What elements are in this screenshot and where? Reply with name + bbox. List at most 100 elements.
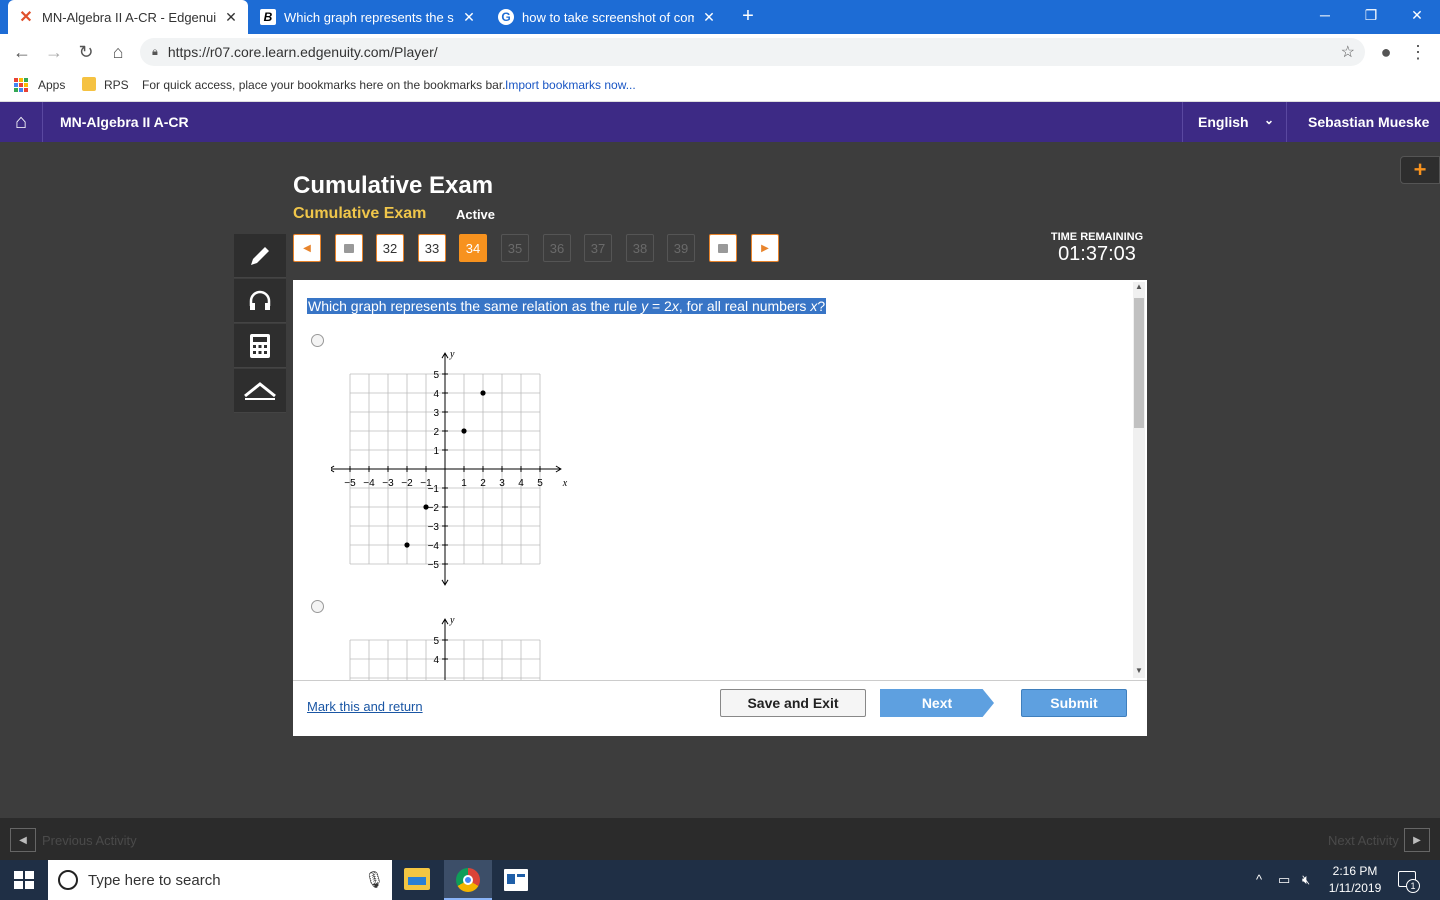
chrome-icon: [456, 868, 480, 892]
apps-bookmark[interactable]: Apps: [38, 78, 65, 92]
question-34-button[interactable]: 34: [459, 234, 487, 262]
time-remaining-label: TIME REMAINING: [1050, 231, 1144, 243]
close-window-icon[interactable]: ✕: [1394, 0, 1440, 30]
time-remaining-value: 01:37:03: [1058, 243, 1136, 265]
pencil-icon: [251, 246, 269, 265]
chevron-down-icon[interactable]: ⌄: [1264, 113, 1274, 127]
browser-tab-edgenuity[interactable]: ✕ MN-Algebra II A-CR - Edgenuity ✕: [8, 0, 248, 34]
x-tick-label: −5: [344, 478, 356, 489]
answer-radio-a[interactable]: [311, 334, 324, 347]
next-button[interactable]: Next: [880, 689, 994, 717]
windows-start-icon[interactable]: [14, 871, 34, 889]
address-bar[interactable]: 🔒︎ https://r07.core.learn.edgenuity.com/…: [140, 38, 1365, 66]
y-tick-label: 4: [433, 655, 439, 666]
tab-title: MN-Algebra II A-CR - Edgenuity: [42, 9, 216, 25]
reload-icon[interactable]: ↻: [74, 40, 98, 64]
close-tab-icon[interactable]: ✕: [462, 9, 476, 26]
question-38-button: 38: [626, 234, 654, 262]
home-icon[interactable]: ⌂: [0, 102, 42, 142]
next-question-button[interactable]: ▶: [751, 234, 779, 262]
clock-date[interactable]: 1/11/2019: [1326, 881, 1384, 895]
y-tick-label: 2: [433, 427, 439, 438]
activity-nav-bar: ◀ Previous Activity Next Activity ▶: [0, 818, 1440, 860]
chevron-up-icon: [244, 381, 276, 400]
bookmarks-bar: Apps RPS For quick access, place your bo…: [0, 70, 1440, 102]
language-selector[interactable]: English: [1198, 114, 1249, 130]
network-icon[interactable]: ▭: [1278, 872, 1290, 888]
answer-radio-b[interactable]: [311, 600, 324, 613]
scrollbar-thumb[interactable]: [1134, 298, 1144, 428]
menu-icon[interactable]: ⋮: [1406, 40, 1430, 64]
answer-graph-b: y5 4: [349, 616, 541, 680]
import-bookmarks-link[interactable]: Import bookmarks now...: [505, 78, 636, 92]
calculator-tool[interactable]: [234, 324, 286, 368]
next-activity-label[interactable]: Next Activity: [1328, 833, 1399, 848]
calculator-icon: [250, 333, 270, 358]
scroll-down-icon[interactable]: ▼: [1133, 666, 1145, 678]
browser-tab-strip: ✕ MN-Algebra II A-CR - Edgenuity ✕ B Whi…: [0, 0, 1440, 34]
profile-icon[interactable]: ●: [1374, 40, 1398, 64]
volume-muted-icon[interactable]: 🔇︎: [1302, 872, 1310, 888]
submit-button[interactable]: Submit: [1021, 689, 1127, 717]
collapse-tool[interactable]: [234, 369, 286, 413]
audio-tool[interactable]: [234, 279, 286, 323]
clock-time[interactable]: 2:16 PM: [1326, 864, 1384, 878]
browser-toolbar: ← → ↻ ⌂ 🔒︎ https://r07.core.learn.edgenu…: [0, 34, 1440, 70]
x-tick-label: 5: [537, 478, 543, 489]
question-33-button[interactable]: 33: [418, 234, 446, 262]
apps-icon: [14, 78, 28, 92]
browser-tab-google[interactable]: G how to take screenshot of comp ✕: [488, 0, 726, 34]
x-tick-label: 2: [480, 478, 486, 489]
y-tick-label: 4: [433, 389, 439, 400]
y-tick-label: −5: [428, 560, 440, 571]
plus-icon[interactable]: +: [1400, 156, 1440, 184]
y-tick-label: −1: [428, 484, 440, 495]
forward-icon[interactable]: →: [42, 40, 66, 64]
user-name[interactable]: Sebastian Mueske: [1308, 114, 1429, 130]
y-axis-label: y: [449, 350, 455, 360]
next-activity-icon[interactable]: ▶: [1404, 828, 1430, 852]
star-icon[interactable]: ☆: [1341, 42, 1355, 62]
rps-bookmark[interactable]: RPS: [104, 78, 129, 92]
prev-activity-label[interactable]: Previous Activity: [42, 833, 137, 848]
lock-icon: [335, 234, 363, 262]
taskbar-search-box[interactable]: Type here to search 🎙︎: [48, 860, 392, 900]
new-tab-icon[interactable]: +: [738, 6, 758, 26]
save-and-exit-button[interactable]: Save and Exit: [720, 689, 866, 717]
tray-chevron-up-icon[interactable]: ^: [1256, 872, 1262, 887]
chrome-taskbar-button[interactable]: [444, 860, 492, 900]
minimize-icon[interactable]: ─: [1302, 0, 1348, 30]
y-tick-label: 5: [433, 370, 439, 381]
windows-taskbar: Type here to search 🎙︎ ^ ▭ 🔇︎ 2:16 PM 1/…: [0, 860, 1440, 900]
file-explorer-icon[interactable]: [404, 868, 430, 890]
back-icon[interactable]: ←: [10, 40, 34, 64]
scroll-up-icon[interactable]: ▲: [1133, 282, 1145, 294]
app-header: ⌂ MN-Algebra II A-CR English ⌄ Sebastian…: [0, 102, 1440, 142]
exam-title: Cumulative Exam: [293, 172, 494, 199]
question-text: Which graph represents the same relation…: [307, 298, 827, 314]
y-tick-label: 5: [433, 636, 439, 647]
microphone-icon[interactable]: 🎙︎: [364, 870, 384, 890]
scrollbar[interactable]: ▲ ▼: [1133, 282, 1145, 678]
pencil-tool[interactable]: [234, 234, 286, 278]
close-tab-icon[interactable]: ✕: [702, 9, 716, 26]
data-point: [461, 428, 467, 434]
app-window-icon[interactable]: [504, 869, 528, 891]
question-39-button: 39: [667, 234, 695, 262]
browser-tab-brainly[interactable]: B Which graph represents the same ✕: [250, 0, 486, 34]
x-axis-label: x: [562, 478, 568, 489]
home-icon[interactable]: ⌂: [106, 40, 130, 64]
y-tick-label: 1: [433, 446, 439, 457]
x-tick-label: 1: [461, 478, 467, 489]
question-32-button[interactable]: 32: [376, 234, 404, 262]
tab-title: how to take screenshot of comp: [522, 9, 694, 25]
prev-activity-icon[interactable]: ◀: [10, 828, 36, 852]
mark-and-return-link[interactable]: Mark this and return: [307, 699, 423, 714]
x-tick-label: −3: [382, 478, 394, 489]
data-point: [404, 542, 410, 548]
prev-question-button[interactable]: ◀: [293, 234, 321, 262]
lock-icon: [709, 234, 737, 262]
restore-icon[interactable]: ❐: [1348, 0, 1394, 30]
close-tab-icon[interactable]: ✕: [224, 9, 238, 26]
y-tick-label: −4: [428, 541, 440, 552]
